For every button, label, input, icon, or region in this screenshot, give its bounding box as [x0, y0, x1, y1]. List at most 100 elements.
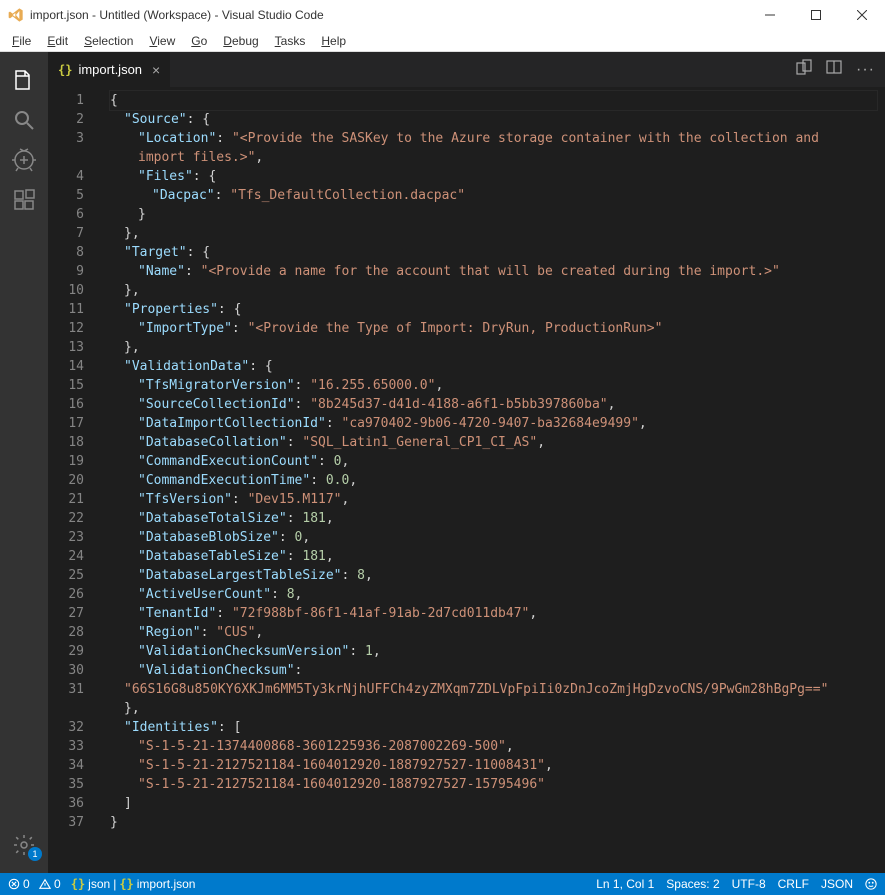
json-icon: {}: [71, 877, 85, 891]
line-number: 14: [48, 357, 84, 376]
more-actions-icon[interactable]: ···: [856, 61, 875, 79]
menu-help[interactable]: Help: [313, 32, 354, 50]
code-line[interactable]: "TenantId": "72f988bf-86f1-41af-91ab-2d7…: [110, 604, 877, 623]
compare-changes-icon[interactable]: [796, 59, 812, 80]
warnings-count: 0: [54, 877, 61, 891]
code-line[interactable]: "Dacpac": "Tfs_DefaultCollection.dacpac": [110, 186, 877, 205]
code-line[interactable]: }: [110, 813, 877, 832]
problems-button[interactable]: 0 0: [8, 877, 61, 891]
line-number: 5: [48, 186, 84, 205]
code-line[interactable]: "Region": "CUS",: [110, 623, 877, 642]
manage-badge: 1: [28, 847, 42, 861]
line-number: 19: [48, 452, 84, 471]
code-line[interactable]: "CommandExecutionCount": 0,: [110, 452, 877, 471]
code-line[interactable]: "SourceCollectionId": "8b245d37-d41d-418…: [110, 395, 877, 414]
menu-selection[interactable]: Selection: [76, 32, 141, 50]
code-line[interactable]: "Properties": {: [110, 300, 877, 319]
search-icon[interactable]: [0, 100, 48, 140]
debug-icon[interactable]: [0, 140, 48, 180]
line-number: 29: [48, 642, 84, 661]
code-line[interactable]: "DatabaseLargestTableSize": 8,: [110, 566, 877, 585]
activity-bar: 1: [0, 52, 48, 873]
line-number: 9: [48, 262, 84, 281]
json-icon: {}: [119, 877, 133, 891]
split-editor-icon[interactable]: [826, 59, 842, 80]
lang-scope-text: json: [88, 877, 110, 891]
line-number: [48, 148, 84, 167]
code-line[interactable]: "DatabaseTotalSize": 181,: [110, 509, 877, 528]
code-line[interactable]: "S-1-5-21-1374400868-3601225936-20870022…: [110, 737, 877, 756]
language-scope[interactable]: {} json | {} import.json: [71, 877, 196, 891]
line-number: 33: [48, 737, 84, 756]
menu-view[interactable]: View: [141, 32, 183, 50]
menu-debug[interactable]: Debug: [215, 32, 266, 50]
code-line[interactable]: "DataImportCollectionId": "ca970402-9b06…: [110, 414, 877, 433]
eol[interactable]: CRLF: [778, 877, 809, 891]
line-number: 25: [48, 566, 84, 585]
code-content[interactable]: {"Source": {"Location": "<Provide the SA…: [98, 87, 885, 873]
window-title: import.json - Untitled (Workspace) - Vis…: [30, 8, 324, 22]
feedback-smiley-icon[interactable]: [865, 878, 877, 890]
code-line[interactable]: "ValidationChecksumVersion": 1,: [110, 642, 877, 661]
code-line[interactable]: "Location": "<Provide the SASKey to the …: [110, 129, 877, 148]
line-gutter: 123 456789101112131415161718192021222324…: [48, 87, 98, 873]
line-number: 3: [48, 129, 84, 148]
indent-spaces[interactable]: Spaces: 2: [666, 877, 719, 891]
code-line[interactable]: "TfsVersion": "Dev15.M117",: [110, 490, 877, 509]
code-line[interactable]: "ActiveUserCount": 8,: [110, 585, 877, 604]
code-line[interactable]: },: [110, 338, 877, 357]
code-line[interactable]: "CommandExecutionTime": 0.0,: [110, 471, 877, 490]
code-line[interactable]: "ImportType": "<Provide the Type of Impo…: [110, 319, 877, 338]
code-line[interactable]: "TfsMigratorVersion": "16.255.65000.0",: [110, 376, 877, 395]
menu-tasks[interactable]: Tasks: [267, 32, 314, 50]
code-line[interactable]: "66S16G8u850KY6XKJm6MM5Ty3krNjhUFFCh4zyZ…: [110, 680, 877, 699]
code-line[interactable]: "Identities": [: [110, 718, 877, 737]
menu-edit[interactable]: Edit: [39, 32, 76, 50]
line-number: 32: [48, 718, 84, 737]
explorer-icon[interactable]: [0, 60, 48, 100]
code-line[interactable]: }: [110, 205, 877, 224]
code-line[interactable]: },: [110, 224, 877, 243]
code-line[interactable]: "DatabaseCollation": "SQL_Latin1_General…: [110, 433, 877, 452]
code-line[interactable]: {: [110, 91, 877, 110]
menu-file[interactable]: File: [4, 32, 39, 50]
code-line[interactable]: "S-1-5-21-2127521184-1604012920-18879275…: [110, 775, 877, 794]
code-editor[interactable]: 123 456789101112131415161718192021222324…: [48, 87, 885, 873]
line-number: 36: [48, 794, 84, 813]
code-line[interactable]: "Target": {: [110, 243, 877, 262]
code-line[interactable]: "ValidationChecksum":: [110, 661, 877, 680]
tab-import-json[interactable]: {} import.json ×: [48, 52, 170, 87]
menu-go[interactable]: Go: [183, 32, 215, 50]
code-line[interactable]: "DatabaseBlobSize": 0,: [110, 528, 877, 547]
line-number: 18: [48, 433, 84, 452]
extensions-icon[interactable]: [0, 180, 48, 220]
cursor-position[interactable]: Ln 1, Col 1: [596, 877, 654, 891]
line-number: 24: [48, 547, 84, 566]
close-icon[interactable]: ×: [152, 62, 160, 78]
tab-bar: {} import.json × ···: [48, 52, 885, 87]
line-number: 8: [48, 243, 84, 262]
line-number: 26: [48, 585, 84, 604]
code-line[interactable]: "Source": {: [110, 110, 877, 129]
encoding[interactable]: UTF-8: [732, 877, 766, 891]
code-line[interactable]: },: [110, 699, 877, 718]
maximize-button[interactable]: [793, 0, 839, 30]
code-line[interactable]: "ValidationData": {: [110, 357, 877, 376]
code-line[interactable]: "S-1-5-21-2127521184-1604012920-18879275…: [110, 756, 877, 775]
code-line[interactable]: "DatabaseTableSize": 181,: [110, 547, 877, 566]
minimize-button[interactable]: [747, 0, 793, 30]
code-line[interactable]: ]: [110, 794, 877, 813]
line-number: 31: [48, 680, 84, 699]
title-bar: import.json - Untitled (Workspace) - Vis…: [0, 0, 885, 30]
code-line[interactable]: },: [110, 281, 877, 300]
manage-gear-icon[interactable]: 1: [0, 825, 48, 865]
json-file-icon: {}: [58, 63, 72, 77]
code-line[interactable]: import files.>",: [110, 148, 877, 167]
line-number: 7: [48, 224, 84, 243]
line-number: 28: [48, 623, 84, 642]
code-line[interactable]: "Name": "<Provide a name for the account…: [110, 262, 877, 281]
close-button[interactable]: [839, 0, 885, 30]
language-mode[interactable]: JSON: [821, 877, 853, 891]
code-line[interactable]: "Files": {: [110, 167, 877, 186]
line-number: 6: [48, 205, 84, 224]
